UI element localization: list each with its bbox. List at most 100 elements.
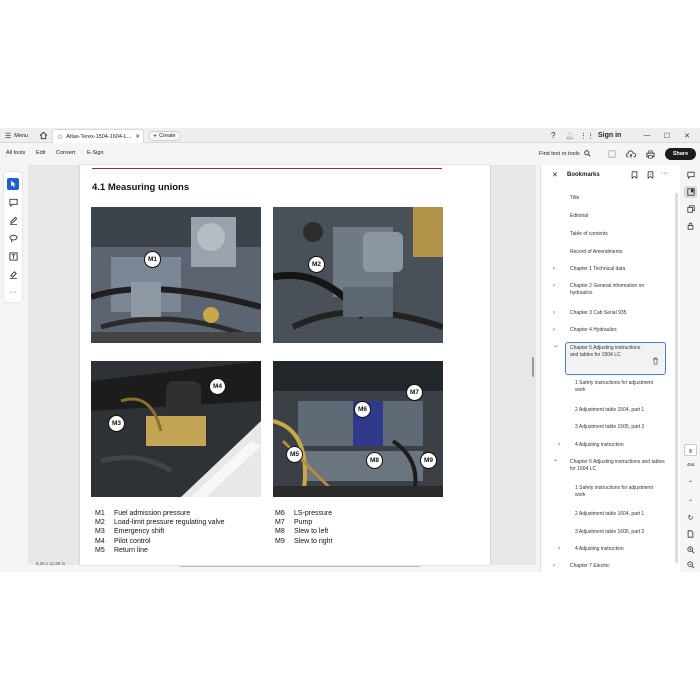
rotate-button[interactable]: ↻	[684, 512, 697, 524]
security-panel-button[interactable]	[684, 220, 697, 232]
chevron-down-icon: ⌄	[687, 496, 694, 503]
minimize-button[interactable]: —	[638, 128, 656, 143]
bookmarks-title: Bookmarks	[567, 172, 600, 178]
bell-icon: 🔔︎	[565, 132, 574, 140]
legend-column-left: M1 Fuel admission pressure M2 Load-limit p…	[95, 509, 225, 555]
legend-code: M3	[95, 528, 105, 536]
bookmark-options-button[interactable]	[647, 171, 654, 181]
legend-code: M1	[95, 510, 105, 517]
delete-bookmark-button[interactable]	[652, 352, 659, 370]
legend-text: LS-pressure	[294, 510, 333, 517]
sign-in-button[interactable]: Sign in	[598, 128, 621, 143]
chevron-up-icon: ⌃	[687, 480, 694, 487]
cursor-icon	[10, 180, 16, 188]
next-page-button[interactable]: ⌄	[684, 493, 697, 505]
star-icon[interactable]: ☆	[57, 133, 63, 141]
collapse-chevron-icon[interactable]: ⌄	[553, 343, 558, 350]
legend-item: M9 Slew to right	[275, 537, 333, 546]
callout-m6: M6	[354, 401, 371, 418]
notifications-button[interactable]: 🔔︎	[565, 128, 574, 143]
menu-convert[interactable]: Convert	[56, 150, 75, 156]
bookmark-icon	[647, 171, 654, 179]
photo-engine-fuel-filter	[91, 207, 261, 343]
find-label: Find text or tools	[539, 150, 580, 157]
bookmark-label: 2 Adjustment table 1604, part 1	[575, 511, 645, 517]
section-title: 4.1 Measuring unions	[92, 182, 190, 193]
close-window-button[interactable]: ✕	[678, 128, 696, 143]
menu-edit[interactable]: Edit	[36, 150, 45, 156]
menu-esign[interactable]: E-Sign	[87, 150, 104, 156]
bookmark-label: 3 Adjustment table 1605, part 2	[575, 529, 645, 535]
expand-chevron-icon[interactable]: ›	[553, 327, 555, 334]
previous-page-button[interactable]: ⌃	[684, 477, 697, 489]
maximize-button[interactable]: ☐	[658, 128, 676, 143]
callout-m9: M9	[420, 452, 437, 469]
print-button[interactable]	[644, 148, 656, 160]
upload-button[interactable]	[625, 148, 637, 160]
expand-chevron-icon[interactable]: ›	[553, 310, 555, 317]
legend-text: Slew to left	[294, 528, 329, 536]
expand-chevron-icon[interactable]: ›	[553, 283, 555, 290]
page-thumbnail-toggle[interactable]: ▥	[684, 444, 697, 456]
pages-panel-button[interactable]	[684, 203, 697, 215]
main-toolbar: All tools Edit Convert E-Sign Find text …	[0, 144, 700, 165]
bookmark-label: Chapter 4 Hydraulics	[570, 327, 617, 333]
legend-item: M5 Return line	[95, 546, 225, 555]
bookmark-label: Chapter 5 Adjusting instructions and tab…	[570, 345, 641, 358]
comment-tool-button[interactable]	[7, 196, 19, 208]
lasso-tool-button[interactable]	[7, 232, 19, 244]
printer-icon	[645, 150, 655, 158]
page-properties-button[interactable]	[684, 528, 697, 540]
more-tools-button[interactable]: ···	[7, 286, 19, 298]
vertical-scrollbar[interactable]	[532, 357, 534, 377]
close-panel-icon[interactable]: ✕	[552, 171, 558, 179]
document-canvas[interactable]: 4.1 Measuring unions M1 M2 M4 M3 M7 M6 M…	[28, 165, 536, 565]
expand-chevron-icon[interactable]: ›	[558, 442, 560, 449]
collapse-chevron-icon[interactable]: ⌄	[553, 457, 558, 464]
horizontal-scrollbar[interactable]	[180, 566, 420, 567]
create-label: Create	[159, 133, 176, 139]
bookmark-label: Title	[570, 195, 580, 201]
document-tab[interactable]: ☆ Atlas-Terex-1504-1604-L... ✕	[52, 129, 144, 143]
legend-text: Pilot control	[114, 537, 151, 545]
tool-rail: ···	[4, 172, 22, 302]
panel-more-icon[interactable]: ···	[661, 170, 668, 177]
bookmark-label: Chapter 1 Technical data	[570, 266, 626, 272]
expand-chevron-icon[interactable]: ›	[558, 546, 560, 553]
maximize-icon: ☐	[663, 132, 671, 140]
select-tool-button[interactable]	[7, 178, 19, 190]
home-button[interactable]	[39, 128, 48, 143]
share-button[interactable]: Share	[665, 148, 696, 160]
save-button[interactable]	[606, 148, 618, 160]
legend-item: M7 Pump	[275, 518, 333, 527]
find-tools-search[interactable]: Find text or tools	[539, 150, 591, 157]
bookmarks-scrollbar[interactable]	[675, 193, 678, 563]
pdf-viewer-window: ☰ Menu ☆ Atlas-Terex-1504-1604-L... ✕ + …	[0, 128, 700, 572]
legend-text: Slew to right	[294, 537, 333, 545]
current-page-number: 456	[686, 462, 695, 467]
close-tab-icon[interactable]: ✕	[135, 134, 140, 140]
comments-panel-button[interactable]	[684, 169, 697, 181]
menu-all-tools[interactable]: All tools	[6, 150, 25, 156]
help-icon: ?	[551, 131, 556, 140]
callout-m2: M2	[308, 256, 325, 273]
fill-sign-tool-button[interactable]	[7, 268, 19, 280]
help-button[interactable]: ?	[551, 128, 555, 143]
menu-button[interactable]: ☰ Menu	[5, 128, 28, 143]
create-button[interactable]: + Create	[148, 131, 181, 141]
zoom-out-button[interactable]	[684, 559, 697, 571]
close-icon: ✕	[684, 132, 690, 140]
text-tool-button[interactable]	[7, 250, 19, 262]
bookmarks-panel-button[interactable]	[684, 186, 697, 198]
thumbnail-icon: ▥	[688, 447, 693, 453]
copy-pages-icon	[686, 205, 695, 213]
apps-button[interactable]: ⋮⋮	[580, 128, 594, 143]
zoom-in-button[interactable]	[684, 544, 697, 556]
bookmark-add-button[interactable]	[631, 171, 638, 181]
callout-m5: M5	[286, 446, 303, 463]
bookmark-label: 4 Adjusting instruction	[575, 442, 624, 448]
draw-tool-button[interactable]	[7, 214, 19, 226]
bookmark-label: 4 Adjusting instruction	[575, 546, 624, 552]
expand-chevron-icon[interactable]: ›	[553, 563, 555, 570]
expand-chevron-icon[interactable]: ›	[553, 266, 555, 273]
